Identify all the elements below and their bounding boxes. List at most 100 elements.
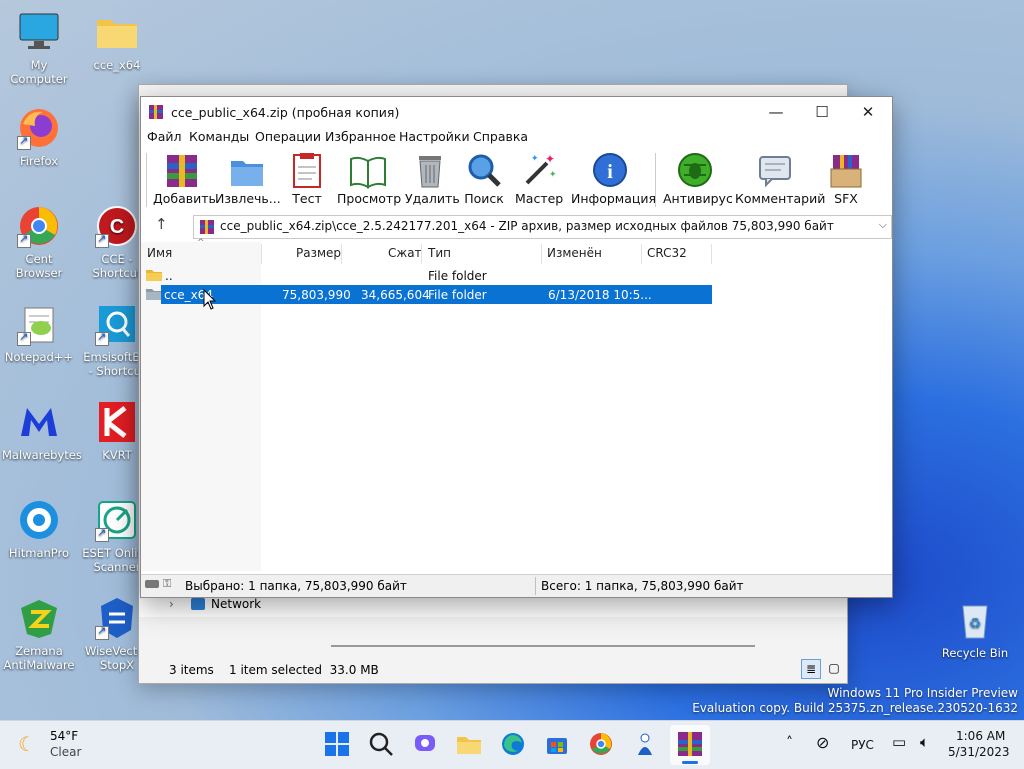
wisevector-icon xyxy=(95,596,139,640)
desktop-icon-zemana[interactable]: Zemana AntiMalware xyxy=(2,596,76,672)
desktop-icon-label: Cent Browser xyxy=(15,252,63,280)
column-crc32[interactable]: CRC32 xyxy=(647,246,687,260)
column-size[interactable]: Размер xyxy=(296,246,341,260)
sfx-box-icon xyxy=(827,151,865,189)
column-modified[interactable]: Изменён xyxy=(547,246,602,260)
firefox-icon xyxy=(17,106,61,150)
desktop-icon-label: Notepad++ xyxy=(4,350,74,364)
close-button[interactable]: ✕ xyxy=(845,97,891,127)
up-arrow-icon[interactable]: ↑ xyxy=(155,215,168,233)
svg-text:C: C xyxy=(110,216,124,238)
list-item-cce-x64[interactable]: cce_x64 75,803,990 34,665,604 File folde… xyxy=(161,285,712,304)
input-language[interactable]: РУС xyxy=(851,738,874,752)
sfx-button[interactable]: SFX xyxy=(823,151,869,206)
info-icon: i xyxy=(591,151,629,189)
comment-button[interactable]: Комментарий xyxy=(735,151,825,206)
file-explorer-icon[interactable] xyxy=(456,731,482,757)
file-name: .. xyxy=(165,269,173,283)
add-button[interactable]: Добавить xyxy=(153,151,216,206)
edge-icon[interactable] xyxy=(500,731,526,757)
delete-button[interactable]: Удалить xyxy=(405,151,460,206)
column-header-row: Имя ^ Размер Сжат Тип Изменён CRC32 xyxy=(141,238,892,264)
svg-text:✦: ✦ xyxy=(549,170,557,180)
weather-widget[interactable]: ☾ 54°F Clear xyxy=(18,729,98,761)
column-type[interactable]: Тип xyxy=(428,246,451,260)
menu-settings[interactable]: Настройки xyxy=(399,129,470,144)
wizard-wand-icon: ✦ ✦ ✦ xyxy=(519,151,557,189)
test-button[interactable]: Тест xyxy=(287,151,327,206)
desktop-icon-cent-browser[interactable]: Cent Browser xyxy=(2,204,76,280)
desktop-icon-label: Zemana AntiMalware xyxy=(3,644,75,672)
column-name[interactable]: Имя xyxy=(147,246,172,260)
column-divider[interactable] xyxy=(261,244,262,264)
zip-archive-icon xyxy=(200,220,214,234)
taskbar: ☾ 54°F Clear ˄ ⊘ РУС ▭ 🔈︎ 1:06 AM 5/31/2… xyxy=(0,720,1024,769)
menu-help[interactable]: Справка xyxy=(473,129,528,144)
file-type: File folder xyxy=(428,288,487,302)
desktop-icon-cce-x64-folder[interactable]: cce_x64 xyxy=(80,10,154,72)
tiles-view-icon[interactable]: ▢ xyxy=(825,659,843,677)
horizontal-scrollbar[interactable] xyxy=(331,645,755,647)
wisevector-taskbar-icon[interactable] xyxy=(632,731,658,757)
kvrt-icon xyxy=(95,400,139,444)
cce-icon: C xyxy=(95,204,139,248)
folder-icon xyxy=(146,270,162,281)
minimize-button[interactable]: — xyxy=(753,97,799,127)
chevron-down-icon[interactable]: ⌵ xyxy=(879,218,887,232)
details-view-icon[interactable]: ≣ xyxy=(801,659,821,679)
microsoft-store-icon[interactable] xyxy=(544,731,570,757)
search-icon[interactable] xyxy=(368,731,394,757)
desktop-icon-firefox[interactable]: Firefox xyxy=(2,106,76,168)
menu-favorites[interactable]: Избранное xyxy=(325,129,396,144)
column-divider[interactable] xyxy=(421,244,422,264)
desktop-icon-my-computer[interactable]: My Computer xyxy=(2,10,76,86)
winrar-window[interactable]: cce_public_x64.zip (пробная копия) — ☐ ✕… xyxy=(140,96,893,598)
view-button[interactable]: Просмотр xyxy=(337,151,401,206)
monitor-icon xyxy=(17,10,61,54)
menu-bar: Файл Команды Операции Избранное Настройк… xyxy=(141,127,892,147)
clock-time[interactable]: 1:06 AM xyxy=(956,729,1005,743)
maximize-button[interactable]: ☐ xyxy=(799,97,845,127)
column-divider[interactable] xyxy=(541,244,542,264)
display-icon[interactable]: ▭ xyxy=(892,733,906,751)
drive-icon xyxy=(145,580,159,588)
file-size: 75,803,990 xyxy=(282,288,351,302)
clock-date[interactable]: 5/31/2023 xyxy=(948,745,1010,759)
desktop-icon-hitmanpro[interactable]: HitmanPro xyxy=(2,498,76,560)
cent-browser-taskbar-icon[interactable] xyxy=(588,731,614,757)
chevron-right-icon[interactable]: › xyxy=(169,597,174,611)
menu-file[interactable]: Файл xyxy=(147,129,182,144)
chevron-up-icon[interactable]: ˄ xyxy=(786,735,793,751)
nav-item-network[interactable]: Network xyxy=(211,597,261,611)
file-list[interactable]: .. File folder cce_x64 75,803,990 34,665… xyxy=(141,265,892,571)
find-button[interactable]: Поиск xyxy=(463,151,505,206)
sort-up-icon: ^ xyxy=(197,238,205,248)
column-divider[interactable] xyxy=(341,244,342,264)
column-packed[interactable]: Сжат xyxy=(388,246,422,260)
list-item-parent-folder[interactable]: .. File folder xyxy=(141,266,713,285)
menu-operations[interactable]: Операции xyxy=(255,129,321,144)
title-bar[interactable]: cce_public_x64.zip (пробная копия) — ☐ ✕ xyxy=(141,97,892,127)
desktop-icon-label: cce_x64 xyxy=(93,58,141,72)
speaker-icon[interactable]: 🔈︎ xyxy=(920,733,929,751)
desktop-icon-recycle-bin[interactable]: ♻ Recycle Bin xyxy=(938,598,1012,660)
start-windows-icon[interactable] xyxy=(324,731,350,757)
wizard-button[interactable]: ✦ ✦ ✦ Мастер xyxy=(515,151,563,206)
antivirus-button[interactable]: Антивирус xyxy=(663,151,733,206)
winrar-taskbar-icon xyxy=(678,732,702,756)
desktop-icon-label: HitmanPro xyxy=(8,546,70,560)
menu-commands[interactable]: Команды xyxy=(189,129,249,144)
column-divider[interactable] xyxy=(641,244,642,264)
column-divider[interactable] xyxy=(711,244,712,264)
network-offline-icon[interactable]: ⊘ xyxy=(816,733,829,752)
active-indicator xyxy=(682,761,698,764)
extract-button[interactable]: Извлечь... xyxy=(215,151,281,206)
magnifier-icon xyxy=(465,151,503,189)
winrar-taskbar-button[interactable] xyxy=(670,725,710,765)
address-field[interactable]: cce_public_x64.zip\cce_2.5.242177.201_x6… xyxy=(193,215,892,239)
info-button[interactable]: i Информация xyxy=(571,151,656,206)
chat-icon[interactable] xyxy=(412,731,438,757)
svg-text:✦: ✦ xyxy=(545,152,555,166)
desktop-icon-malwarebytes[interactable]: Malwarebytes xyxy=(2,400,82,462)
desktop-icon-notepadpp[interactable]: Notepad++ xyxy=(2,302,76,364)
